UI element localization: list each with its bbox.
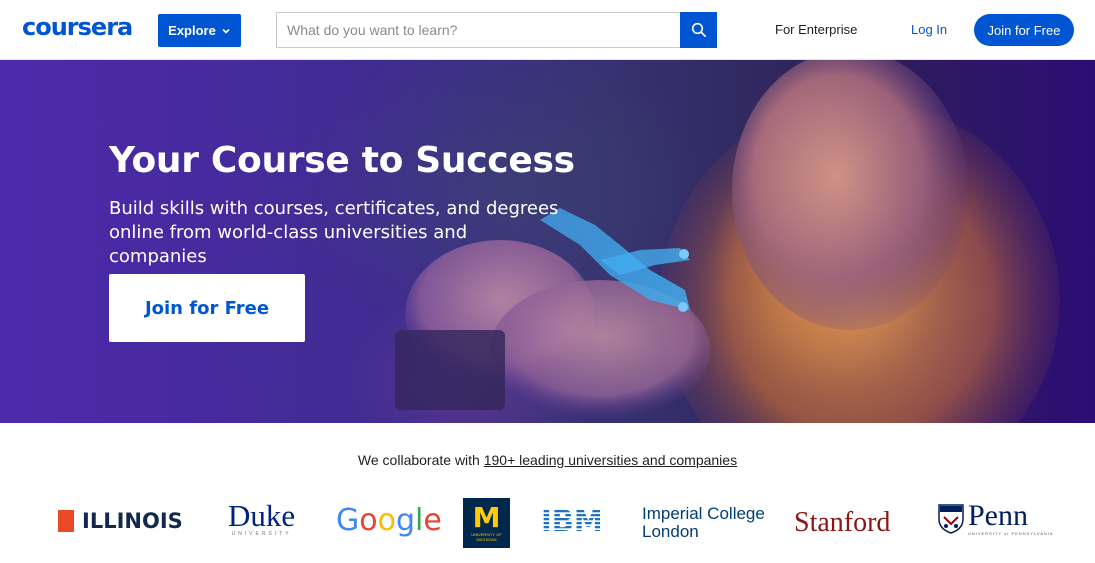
hero-banner: Your Course to Success Build skills with… bbox=[0, 60, 1095, 423]
coursera-logo[interactable]: coursera bbox=[22, 13, 133, 41]
collaboration-text: We collaborate with 190+ leading univers… bbox=[0, 452, 1095, 468]
login-link[interactable]: Log In bbox=[911, 22, 947, 37]
join-for-free-header-button[interactable]: Join for Free bbox=[974, 14, 1074, 46]
duke-subtext: UNIVERSITY bbox=[231, 531, 292, 537]
penn-shield-icon bbox=[938, 503, 964, 534]
ibm-striped-wordmark: IBM bbox=[541, 506, 603, 534]
top-navigation-bar: coursera Explore For Enterprise Log In J… bbox=[0, 0, 1095, 60]
stanford-logo[interactable]: Stanford bbox=[794, 507, 890, 539]
duke-wordmark: Duke bbox=[228, 498, 296, 533]
michigan-block-m: M bbox=[472, 501, 501, 534]
google-letter: l bbox=[415, 503, 424, 538]
imperial-line-2: London bbox=[642, 522, 699, 541]
hero-subtitle: Build skills with courses, certificates,… bbox=[109, 198, 559, 267]
google-letter: o bbox=[377, 503, 396, 538]
google-letter: e bbox=[423, 503, 442, 538]
michigan-subtext: UNIVERSITY OF MICHIGAN bbox=[471, 532, 502, 542]
partners-link[interactable]: 190+ leading universities and companies bbox=[484, 452, 737, 468]
chevron-down-icon bbox=[222, 28, 230, 34]
google-logo[interactable]: Google bbox=[336, 503, 442, 538]
google-letter: o bbox=[359, 503, 378, 538]
search-icon bbox=[691, 22, 706, 37]
search-input[interactable] bbox=[277, 13, 681, 47]
ibm-text: IBM bbox=[541, 506, 603, 534]
duke-logo[interactable]: Duke UNIVERSITY bbox=[228, 498, 296, 537]
hero-title: Your Course to Success bbox=[109, 140, 575, 181]
penn-text-group: Penn UNIVERSITY of PENNSYLVANIA bbox=[968, 499, 1054, 537]
for-enterprise-link[interactable]: For Enterprise bbox=[775, 22, 857, 37]
search-bar bbox=[276, 12, 717, 48]
google-letter: G bbox=[336, 503, 360, 538]
partner-logos-row: ILLINOIS Duke UNIVERSITY Google M UNIVER… bbox=[0, 495, 1095, 550]
join-for-free-hero-button[interactable]: Join for Free bbox=[109, 274, 305, 342]
imperial-college-logo[interactable]: Imperial College London bbox=[642, 505, 765, 541]
illinois-block-i-icon bbox=[58, 510, 74, 532]
illinois-wordmark: ILLINOIS bbox=[82, 509, 183, 533]
penn-wordmark: Penn bbox=[968, 499, 1028, 532]
imperial-line-1: Imperial College bbox=[642, 504, 765, 523]
explore-label: Explore bbox=[168, 23, 216, 38]
illinois-logo[interactable]: ILLINOIS bbox=[58, 509, 183, 533]
explore-button[interactable]: Explore bbox=[158, 14, 241, 47]
michigan-logo[interactable]: M UNIVERSITY OF MICHIGAN bbox=[463, 498, 510, 548]
google-letter: g bbox=[395, 503, 416, 538]
search-button[interactable] bbox=[680, 12, 717, 48]
collaboration-prefix: We collaborate with bbox=[357, 452, 484, 468]
ibm-logo[interactable]: IBM bbox=[541, 506, 613, 534]
penn-logo[interactable]: Penn UNIVERSITY of PENNSYLVANIA bbox=[938, 501, 1054, 536]
penn-subtext: UNIVERSITY of PENNSYLVANIA bbox=[968, 531, 1054, 536]
